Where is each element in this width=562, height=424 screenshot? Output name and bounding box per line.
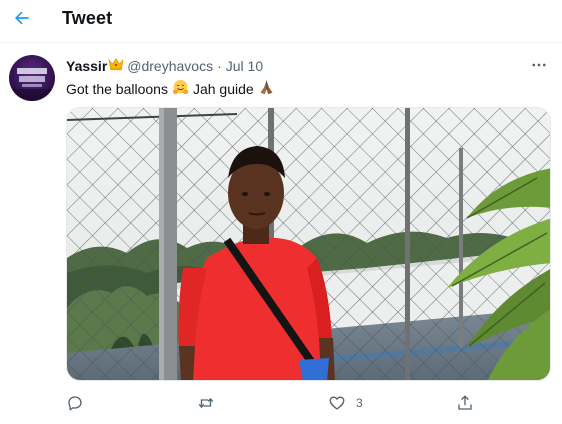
hugging-face-icon [172,79,189,99]
tweet-photo[interactable] [66,107,551,381]
folded-hands-icon [258,79,275,99]
tweet-date[interactable]: Jul 10 [226,58,263,74]
tweet-action-bar: 3 [66,392,486,414]
back-button[interactable] [8,4,36,32]
author-handle[interactable]: @dreyhavocs [127,58,213,74]
author-display-name[interactable]: Yassir [66,58,107,74]
photo-image [67,108,550,380]
crown-icon [108,57,124,74]
retweet-icon [198,397,214,409]
more-icon [532,63,546,67]
top-bar: Tweet [0,0,562,43]
page-title: Tweet [62,8,113,28]
arrow-left-icon [15,11,29,25]
share-button[interactable] [456,392,474,414]
tweet-author-line: Yassir @dreyhavocs · Jul 10 [66,57,263,74]
share-icon [458,395,472,410]
meta-separator: · [217,57,222,74]
like-button[interactable]: 3 [328,392,363,414]
heart-icon [329,396,345,410]
like-count: 3 [356,396,363,410]
more-button[interactable] [528,54,550,76]
reply-icon [68,396,82,411]
tweet-text: Got the balloons Jah guide [66,79,279,99]
retweet-button[interactable] [196,392,216,414]
reply-button[interactable] [66,392,84,414]
avatar[interactable] [9,55,55,101]
tweet-text-part-2: Jah guide [192,81,254,97]
tweet-text-part-1: Got the balloons [66,81,168,97]
avatar-image [9,68,55,101]
